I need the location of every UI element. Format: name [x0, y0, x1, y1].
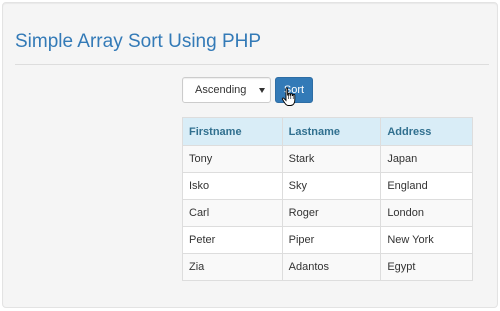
cell-lastname: Roger	[281, 199, 382, 227]
sort-order-select[interactable]: Ascending	[182, 77, 271, 103]
cell-firstname: Isko	[182, 172, 283, 200]
cell-firstname: Tony	[182, 145, 283, 173]
cell-address: Japan	[380, 145, 473, 173]
cell-firstname: Zia	[182, 253, 283, 281]
column-header-lastname: Lastname	[281, 117, 382, 146]
cell-firstname: Peter	[182, 226, 283, 254]
table-header-row: Firstname Lastname Address	[182, 117, 473, 146]
cell-address: London	[380, 199, 473, 227]
table-row: Peter Piper New York	[182, 226, 473, 254]
table-row: Isko Sky England	[182, 172, 473, 200]
cell-address: New York	[380, 226, 473, 254]
table-row: Carl Roger London	[182, 199, 473, 227]
column-header-address: Address	[380, 117, 473, 146]
cell-address: Egypt	[380, 253, 473, 281]
cell-address: England	[380, 172, 473, 200]
column-header-firstname: Firstname	[182, 117, 283, 146]
cell-firstname: Carl	[182, 199, 283, 227]
title-divider	[15, 64, 489, 65]
hand-pointer-icon	[281, 87, 296, 106]
table-row: Zia Adantos Egypt	[182, 253, 473, 281]
cell-lastname: Sky	[281, 172, 382, 200]
sort-order-selected-value: Ascending	[195, 84, 247, 96]
cell-lastname: Piper	[281, 226, 382, 254]
table-row: Tony Stark Japan	[182, 145, 473, 173]
people-table: Firstname Lastname Address Tony Stark Ja…	[182, 117, 473, 281]
cell-lastname: Adantos	[281, 253, 382, 281]
cell-lastname: Stark	[281, 145, 382, 173]
caret-down-icon	[259, 88, 265, 93]
page-title: Simple Array Sort Using PHP	[15, 31, 262, 52]
